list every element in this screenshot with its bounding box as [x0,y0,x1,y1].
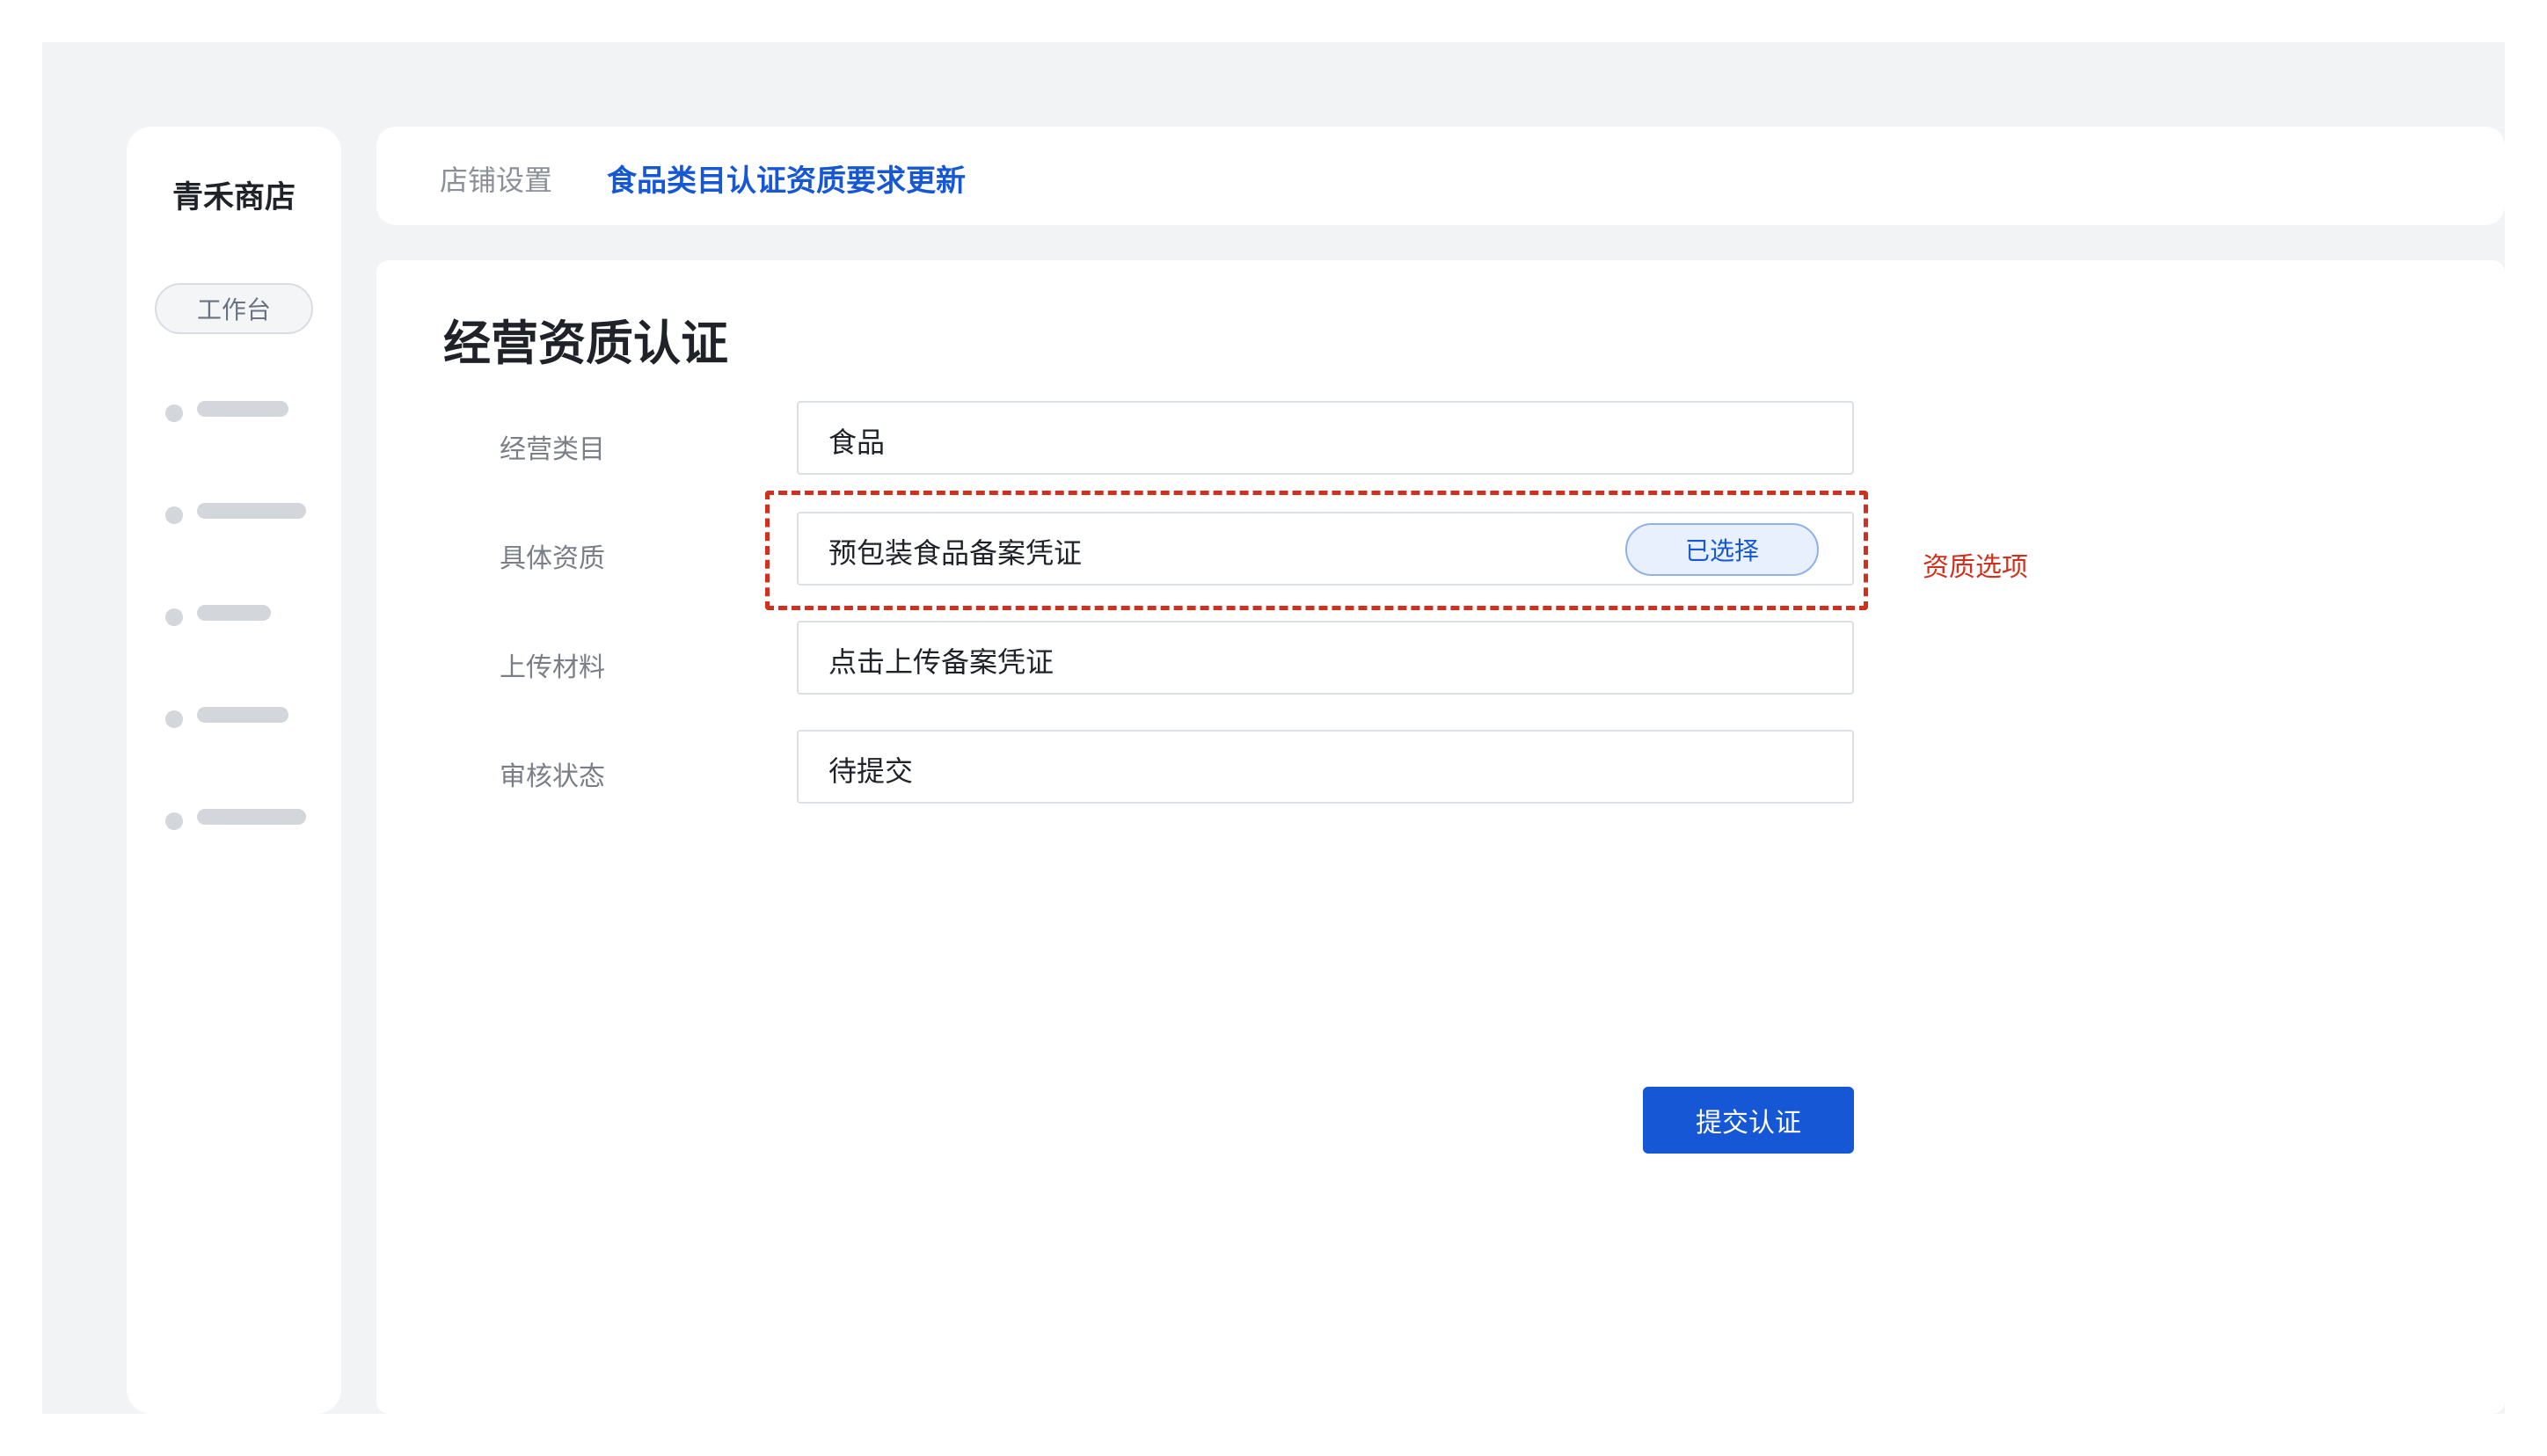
breadcrumb-shop-settings[interactable]: 店铺设置 [440,158,552,199]
review-status-field: 待提交 [797,730,1854,804]
nav-dot-icon [165,608,183,626]
sidebar-item[interactable] [165,809,324,830]
upload-prompt: 点击上传备案凭证 [828,645,1055,679]
app-canvas: 青禾商店 工作台 店铺设置 食品类目认证资质要求更新 经营资质认证 经营类目 食… [42,42,2505,1414]
nav-dot-icon [165,506,183,524]
label-qualification: 具体资质 [500,543,605,574]
nav-placeholder-bar [197,401,288,417]
highlight-annotation-label: 资质选项 [1923,552,2028,583]
business-category-field[interactable]: 食品 [797,401,1854,475]
breadcrumb-current-page: 食品类目认证资质要求更新 [607,164,966,199]
submit-certification-button[interactable]: 提交认证 [1643,1087,1854,1154]
label-review-status: 审核状态 [500,761,605,792]
nav-placeholder-bar [197,809,306,825]
sidebar-item[interactable] [165,503,324,524]
nav-dot-icon [165,710,183,728]
nav-placeholder-bar [197,503,306,519]
nav-dot-icon [165,812,183,830]
highlight-box [765,491,1868,610]
nav-placeholder-bar [197,605,271,621]
store-name: 青禾商店 [172,180,296,215]
review-status-value: 待提交 [828,754,914,788]
sidebar-item[interactable] [165,605,288,626]
label-upload-materials: 上传材料 [500,652,605,683]
form-panel: 经营资质认证 经营类目 食品 具体资质 预包装食品备案凭证 已选择 上传材料 点… [376,260,2505,1414]
upload-field[interactable]: 点击上传备案凭证 [797,621,1854,695]
sidebar: 青禾商店 工作台 [127,127,341,1414]
nav-dot-icon [165,404,183,422]
sidebar-item[interactable] [165,707,306,728]
label-business-category: 经营类目 [500,434,605,465]
breadcrumb: 店铺设置 食品类目认证资质要求更新 [376,127,2505,225]
nav-item-workbench[interactable]: 工作台 [155,283,313,334]
nav-placeholder-bar [197,707,288,723]
business-category-value: 食品 [828,426,886,459]
sidebar-item[interactable] [165,401,306,422]
page-title: 经营资质认证 [443,316,728,371]
